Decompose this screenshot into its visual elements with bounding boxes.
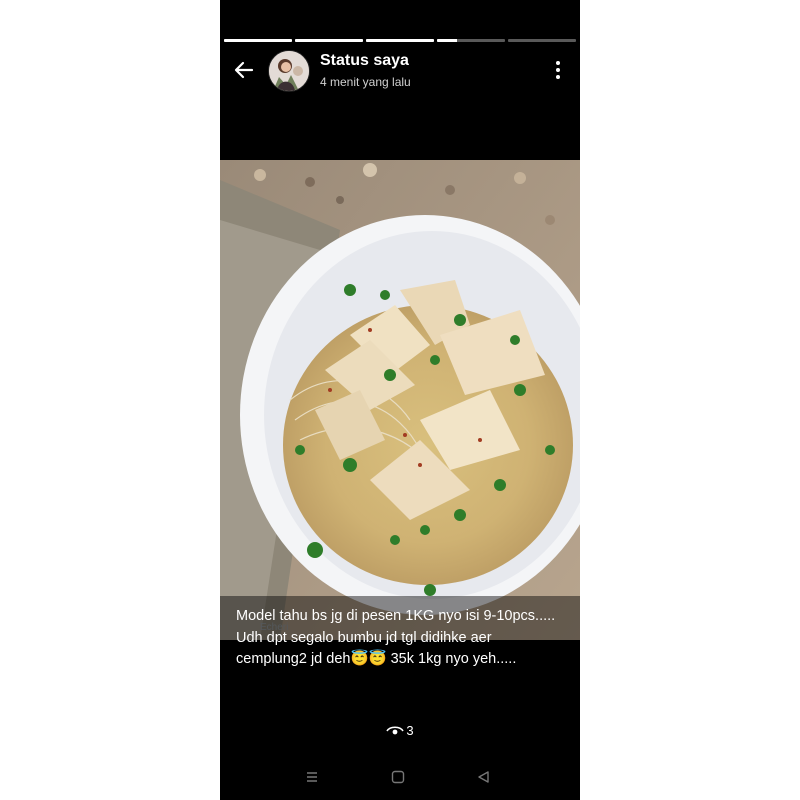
status-time: 4 menit yang lalu [320,75,411,89]
progress-fill [366,39,434,42]
progress-segment [224,39,292,42]
eye-icon [386,726,405,734]
progress-segment [508,39,576,42]
back-triangle-icon[interactable] [475,768,493,786]
status-header: Status saya 4 menit yang lalu [220,48,580,92]
status-photo[interactable]: Echeri [220,160,580,640]
recent-apps-icon[interactable] [303,768,321,786]
progress-segment [295,39,363,42]
home-icon[interactable] [389,768,407,786]
status-caption: Model tahu bs jg di pesen 1KG nyo isi 9-… [236,608,556,667]
story-progress-bar [224,39,576,42]
status-title: Status saya [320,52,409,69]
progress-fill [224,39,292,42]
progress-segment [366,39,434,42]
progress-fill [295,39,363,42]
food-photo: Echeri [220,160,580,640]
status-viewer: Status saya 4 menit yang lalu Echeri Mod… [220,0,580,800]
system-nav-bar [220,762,580,792]
view-count[interactable]: 3 [220,722,580,738]
progress-fill [437,39,458,42]
arrow-left-icon[interactable] [230,56,258,84]
avatar-image [269,51,309,91]
avatar[interactable] [268,50,310,92]
more-vertical-icon[interactable] [550,58,566,82]
view-count-number: 3 [406,723,414,739]
progress-segment [437,39,505,42]
